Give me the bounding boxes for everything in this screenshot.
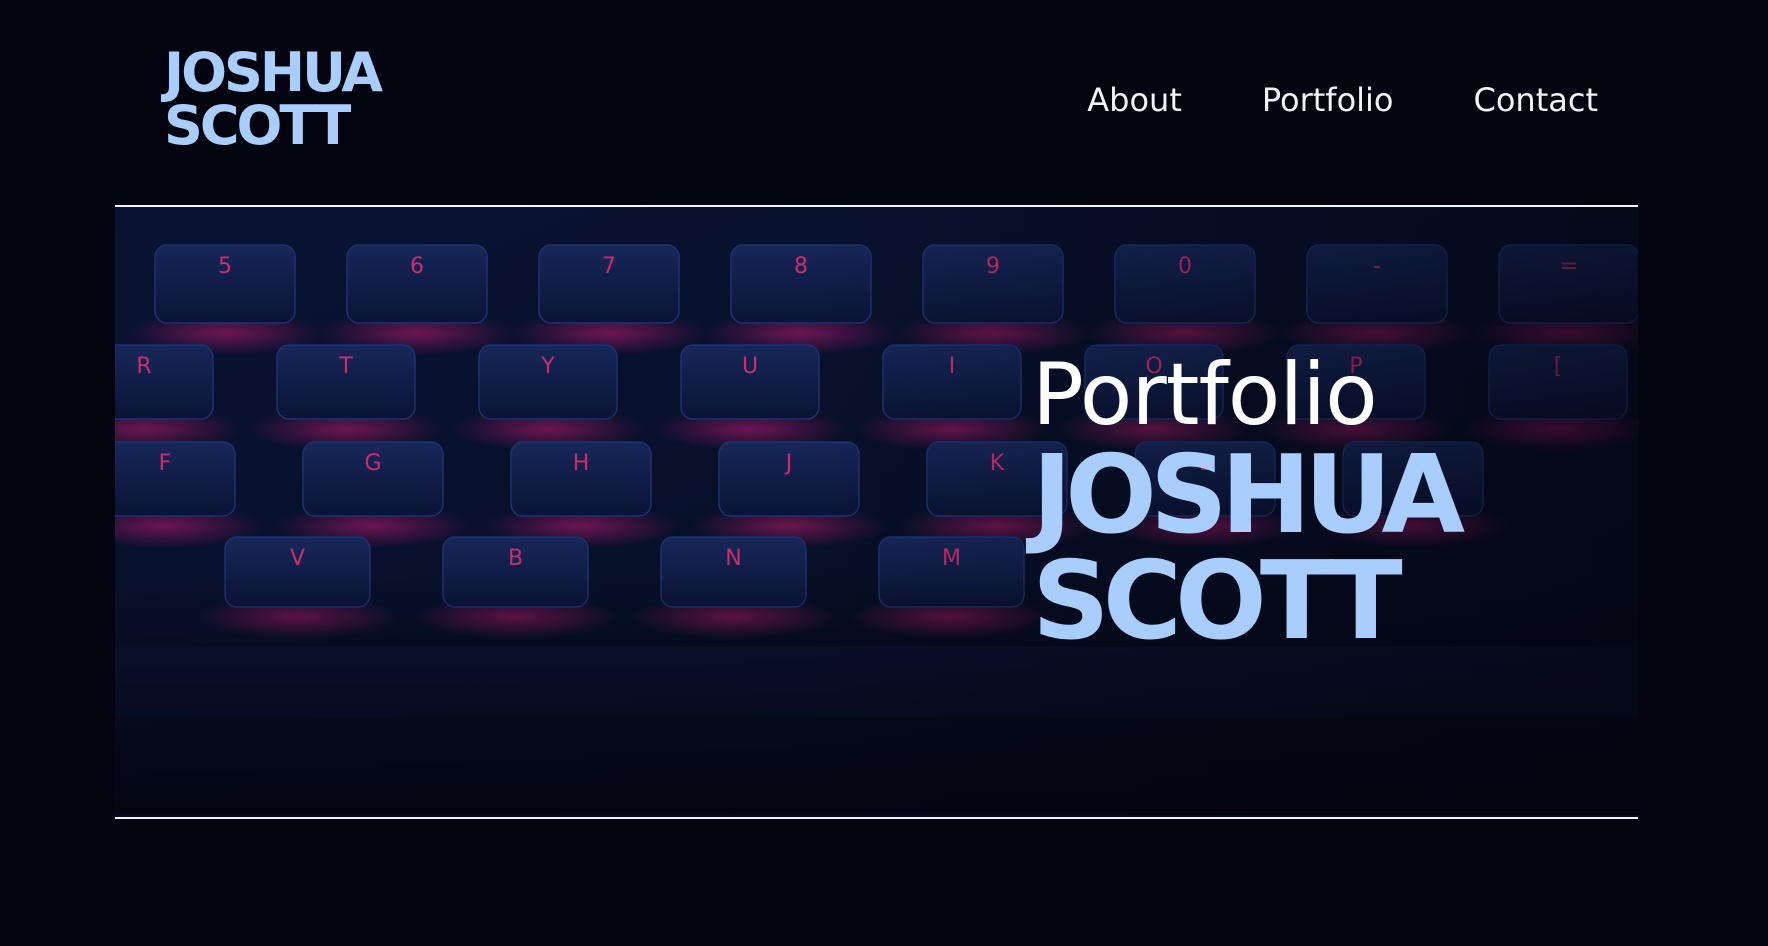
- hero-last-name: SCOTT: [1032, 539, 1403, 664]
- hero-heading: Portfolio JOSHUA SCOTT: [1032, 345, 1465, 664]
- logo-first-name: JOSHUA: [164, 41, 383, 104]
- hero-banner: 567890-=RTYUIOP[FGHJKL;VBNM Portfolio JO…: [115, 205, 1638, 819]
- nav-link-about[interactable]: About: [1087, 78, 1182, 122]
- nav-link-portfolio[interactable]: Portfolio: [1262, 78, 1394, 122]
- hero-subtitle: Portfolio: [1032, 345, 1378, 445]
- site-logo[interactable]: JOSHUA SCOTT: [164, 41, 383, 157]
- main-nav: About Portfolio Contact: [1007, 78, 1598, 122]
- logo-last-name: SCOTT: [164, 94, 351, 157]
- nav-link-contact[interactable]: Contact: [1474, 78, 1599, 122]
- hero-name: JOSHUA SCOTT: [1032, 433, 1465, 664]
- hero-first-name: JOSHUA: [1032, 433, 1465, 558]
- page: JOSHUA SCOTT About Portfolio Contact Por…: [0, 0, 1768, 946]
